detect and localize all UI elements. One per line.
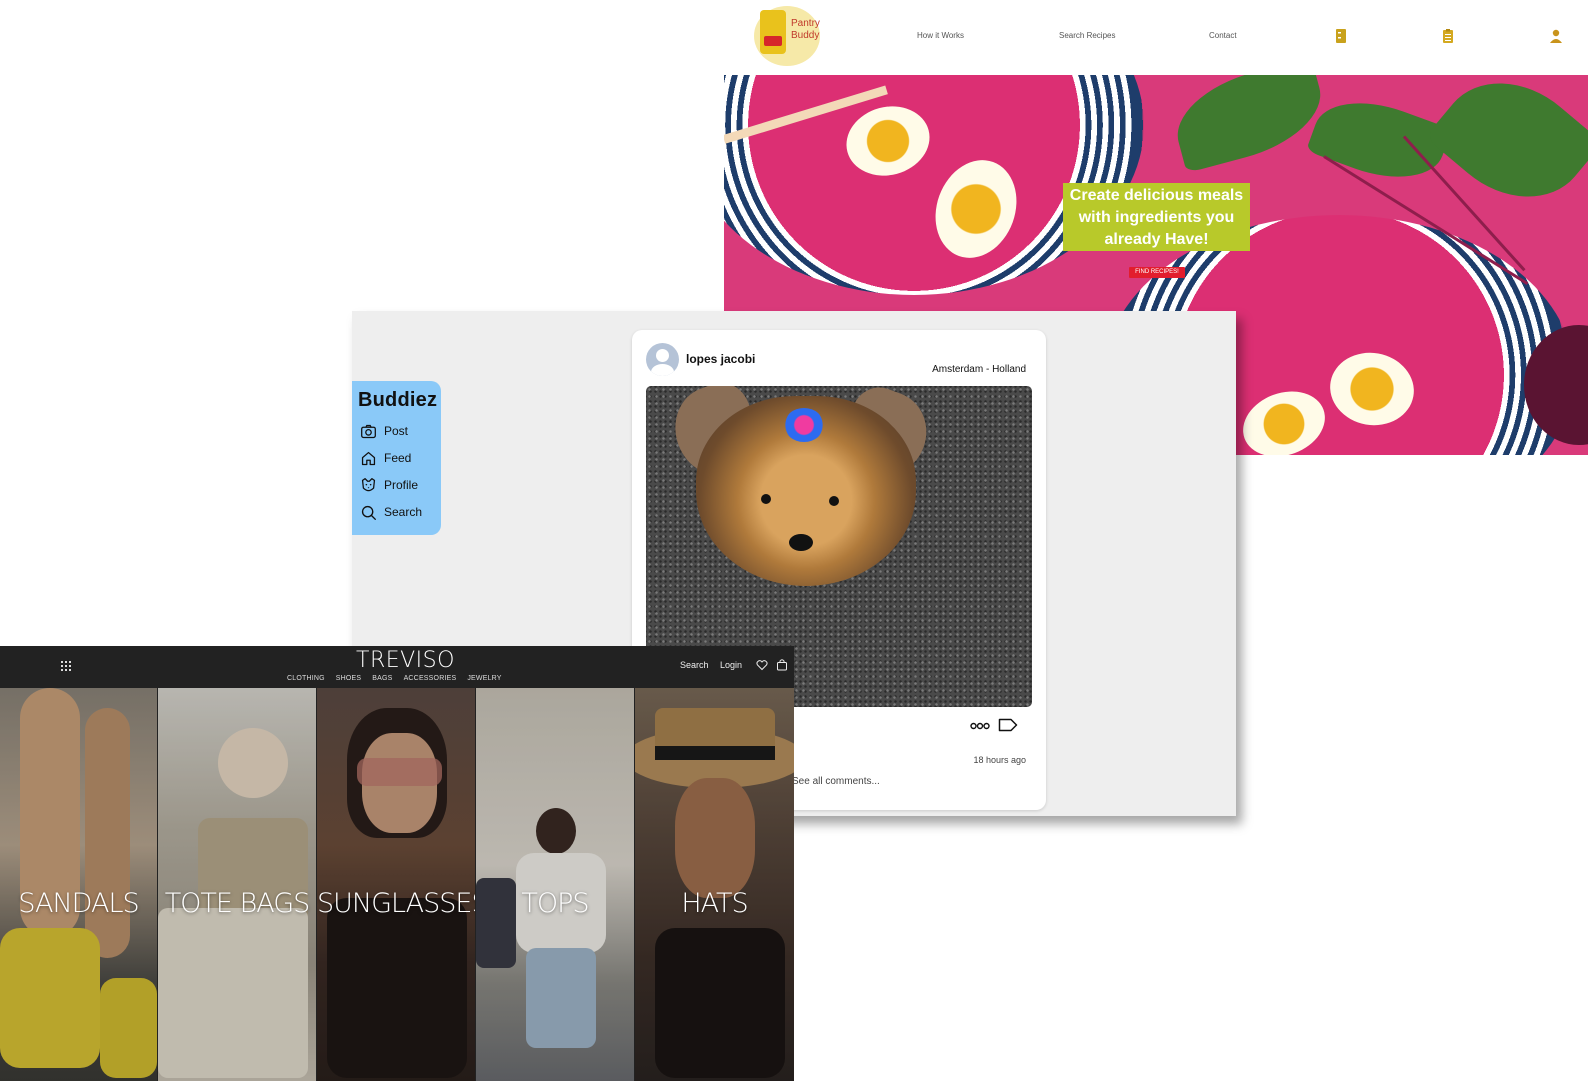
dog-eye: [829, 496, 839, 506]
hero-headline: Create delicious meals with ingredients …: [1063, 183, 1250, 251]
pantry-can-icon: [760, 10, 786, 54]
sidebar-item-post[interactable]: Post: [360, 421, 408, 441]
find-recipes-button[interactable]: FIND RECIPES!: [1129, 267, 1185, 278]
panel-label: SANDALS: [18, 888, 139, 919]
nav-how-it-works[interactable]: How it Works: [917, 31, 964, 40]
nav-jewelry[interactable]: JEWELRY: [467, 675, 501, 682]
home-icon: [361, 451, 376, 465]
see-all-comments-link[interactable]: See all comments...: [792, 776, 880, 787]
sidebar-item-profile[interactable]: Profile: [360, 475, 418, 495]
category-panel-sandals[interactable]: SANDALS: [0, 688, 157, 1081]
panel-shade: [476, 688, 634, 1081]
category-panel-tote-bags[interactable]: TOTE BAGS: [158, 688, 316, 1081]
category-panel-tops[interactable]: TOPS: [476, 688, 634, 1081]
user-icon[interactable]: [1548, 28, 1564, 44]
dog-nose: [789, 534, 813, 551]
panel-label: TOTE BAGS: [164, 888, 311, 919]
avatar[interactable]: [646, 343, 679, 376]
camera-icon: [361, 424, 376, 438]
heart-icon[interactable]: [756, 659, 768, 671]
treviso-window: TREVISO CLOTHING SHOES BAGS ACCESSORIES …: [0, 646, 794, 1081]
nav-clothing[interactable]: CLOTHING: [287, 675, 325, 682]
login-link[interactable]: Login: [720, 660, 742, 670]
search-icon: [361, 505, 376, 520]
panel-label: SUNGLASSES: [317, 888, 475, 919]
sidebar-item-search[interactable]: Search: [360, 502, 422, 522]
sidebar-item-label: Profile: [384, 478, 419, 492]
more-options-icon[interactable]: [970, 722, 990, 730]
logo-text-line2: Buddy: [791, 30, 820, 41]
pantry-buddy-logo-text: Pantry Buddy: [791, 18, 851, 42]
nav-search-recipes[interactable]: Search Recipes: [1059, 31, 1115, 40]
buddiez-sidebar: Buddiez Post Feed Profile Search: [352, 381, 441, 535]
dog-face-icon: [361, 477, 376, 491]
category-nav: CLOTHING SHOES BAGS ACCESSORIES JEWELRY: [287, 675, 513, 682]
pantry-icon[interactable]: [1333, 28, 1349, 44]
nav-accessories[interactable]: ACCESSORIES: [404, 675, 457, 682]
panel-shade: [158, 688, 316, 1081]
treviso-header: TREVISO CLOTHING SHOES BAGS ACCESSORIES …: [0, 646, 794, 688]
post-location: Amsterdam - Holland: [932, 364, 1026, 375]
treviso-logo[interactable]: TREVISO: [356, 648, 455, 673]
shopping-bag-icon[interactable]: [776, 658, 788, 671]
search-link[interactable]: Search: [680, 660, 709, 670]
panel-shade: [317, 688, 475, 1081]
list-icon[interactable]: [1440, 28, 1456, 44]
nav-contact[interactable]: Contact: [1209, 31, 1237, 40]
beet-leaf: [1425, 75, 1588, 228]
dog-eye: [761, 494, 771, 504]
sidebar-item-label: Search: [384, 505, 423, 519]
tag-icon[interactable]: [998, 718, 1018, 732]
post-timestamp: 18 hours ago: [973, 755, 1026, 765]
category-panel-hats[interactable]: HATS: [635, 688, 794, 1081]
sidebar-item-feed[interactable]: Feed: [360, 448, 411, 468]
panel-label: TOPS: [521, 888, 589, 919]
nav-bags[interactable]: BAGS: [372, 675, 392, 682]
panel-label: HATS: [681, 888, 748, 919]
panel-shade: [0, 688, 157, 1081]
pantry-buddy-header: Pantry Buddy How it Works Search Recipes…: [724, 0, 1588, 75]
post-username[interactable]: lopes jacobi: [686, 352, 755, 366]
beet-leaf: [1166, 75, 1332, 174]
logo-text-line1: Pantry: [791, 18, 820, 29]
nav-shoes[interactable]: SHOES: [336, 675, 362, 682]
sidebar-item-label: Post: [384, 424, 409, 438]
category-panel-sunglasses[interactable]: SUNGLASSES: [317, 688, 475, 1081]
dog-bow: [784, 408, 824, 442]
sidebar-item-label: Feed: [384, 451, 412, 465]
grid-menu-icon[interactable]: [60, 660, 72, 672]
buddiez-brand[interactable]: Buddiez: [358, 389, 437, 412]
panel-shade: [635, 688, 794, 1081]
